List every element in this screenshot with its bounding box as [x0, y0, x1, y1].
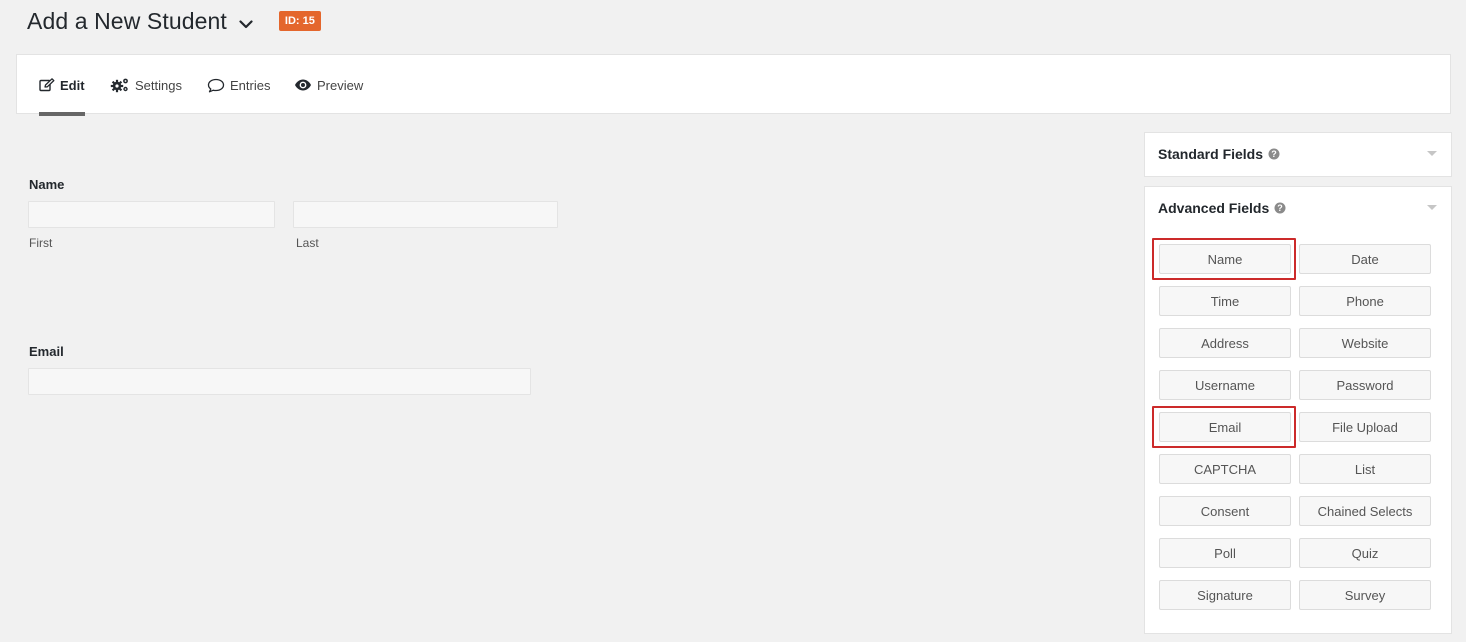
chevron-down-icon[interactable]: [239, 19, 253, 29]
tab-entries-label: Entries: [230, 77, 271, 93]
svg-text:?: ?: [1271, 149, 1277, 159]
add-field-button-website[interactable]: Website: [1299, 328, 1431, 358]
add-field-button-email[interactable]: Email: [1152, 406, 1296, 448]
tab-preview[interactable]: Preview: [294, 55, 363, 115]
page-title: Add a New Student: [27, 7, 227, 34]
advanced-fields-header[interactable]: Advanced Fields ?: [1145, 187, 1451, 229]
add-field-button-captcha[interactable]: CAPTCHA: [1159, 454, 1291, 484]
add-field-button-consent[interactable]: Consent: [1159, 496, 1291, 526]
add-field-button-signature[interactable]: Signature: [1159, 580, 1291, 610]
help-icon[interactable]: ?: [1274, 202, 1286, 214]
first-name-sublabel: First: [29, 236, 53, 250]
email-input[interactable]: [28, 368, 531, 395]
tab-edit-label: Edit: [60, 77, 85, 93]
form-toolbar: Edit Settings Entries Preview: [16, 54, 1451, 116]
add-field-button-chained-selects[interactable]: Chained Selects: [1299, 496, 1431, 526]
caret-down-icon[interactable]: [1427, 205, 1437, 210]
add-field-button-address[interactable]: Address: [1159, 328, 1291, 358]
advanced-fields-title: Advanced Fields: [1158, 200, 1270, 216]
tab-edit[interactable]: Edit: [39, 55, 85, 116]
add-field-button-poll[interactable]: Poll: [1159, 538, 1291, 568]
gears-icon: [110, 77, 130, 93]
last-name-input[interactable]: [293, 201, 558, 228]
add-field-button-quiz[interactable]: Quiz: [1299, 538, 1431, 568]
page-header: Add a New Student ID: 15: [27, 4, 321, 38]
add-field-button-time[interactable]: Time: [1159, 286, 1291, 316]
caret-down-icon[interactable]: [1427, 151, 1437, 156]
email-field-label: Email: [29, 344, 64, 359]
edit-icon: [39, 78, 55, 92]
comment-icon: [207, 78, 225, 93]
first-name-input[interactable]: [28, 201, 275, 228]
tab-entries[interactable]: Entries: [207, 55, 270, 115]
add-field-button-survey[interactable]: Survey: [1299, 580, 1431, 610]
add-field-button-date[interactable]: Date: [1299, 244, 1431, 274]
svg-text:?: ?: [1278, 203, 1284, 213]
tab-settings-label: Settings: [135, 77, 182, 93]
help-icon[interactable]: ?: [1268, 148, 1280, 160]
standard-fields-title: Standard Fields: [1158, 146, 1264, 162]
standard-fields-header[interactable]: Standard Fields ?: [1145, 133, 1451, 175]
advanced-fields-panel: Advanced Fields ? Name Date Time Phone Addre…: [1144, 186, 1452, 634]
last-name-sublabel: Last: [296, 236, 319, 250]
add-field-button-phone[interactable]: Phone: [1299, 286, 1431, 316]
add-field-button-password[interactable]: Password: [1299, 370, 1431, 400]
add-field-button-file-upload[interactable]: File Upload: [1299, 412, 1431, 442]
tab-preview-label: Preview: [317, 77, 364, 93]
advanced-fields-grid: Name Date Time Phone Address Website Username P…: [1145, 238, 1451, 610]
name-field-label: Name: [29, 177, 65, 192]
add-field-button-username[interactable]: Username: [1159, 370, 1291, 400]
tab-settings[interactable]: Settings: [110, 55, 182, 115]
form-id-badge: ID: 15: [278, 11, 321, 31]
add-field-button-list[interactable]: List: [1299, 454, 1431, 484]
eye-icon: [294, 78, 312, 92]
standard-fields-panel: Standard Fields ?: [1144, 132, 1452, 177]
add-field-button-name[interactable]: Name: [1152, 238, 1296, 280]
